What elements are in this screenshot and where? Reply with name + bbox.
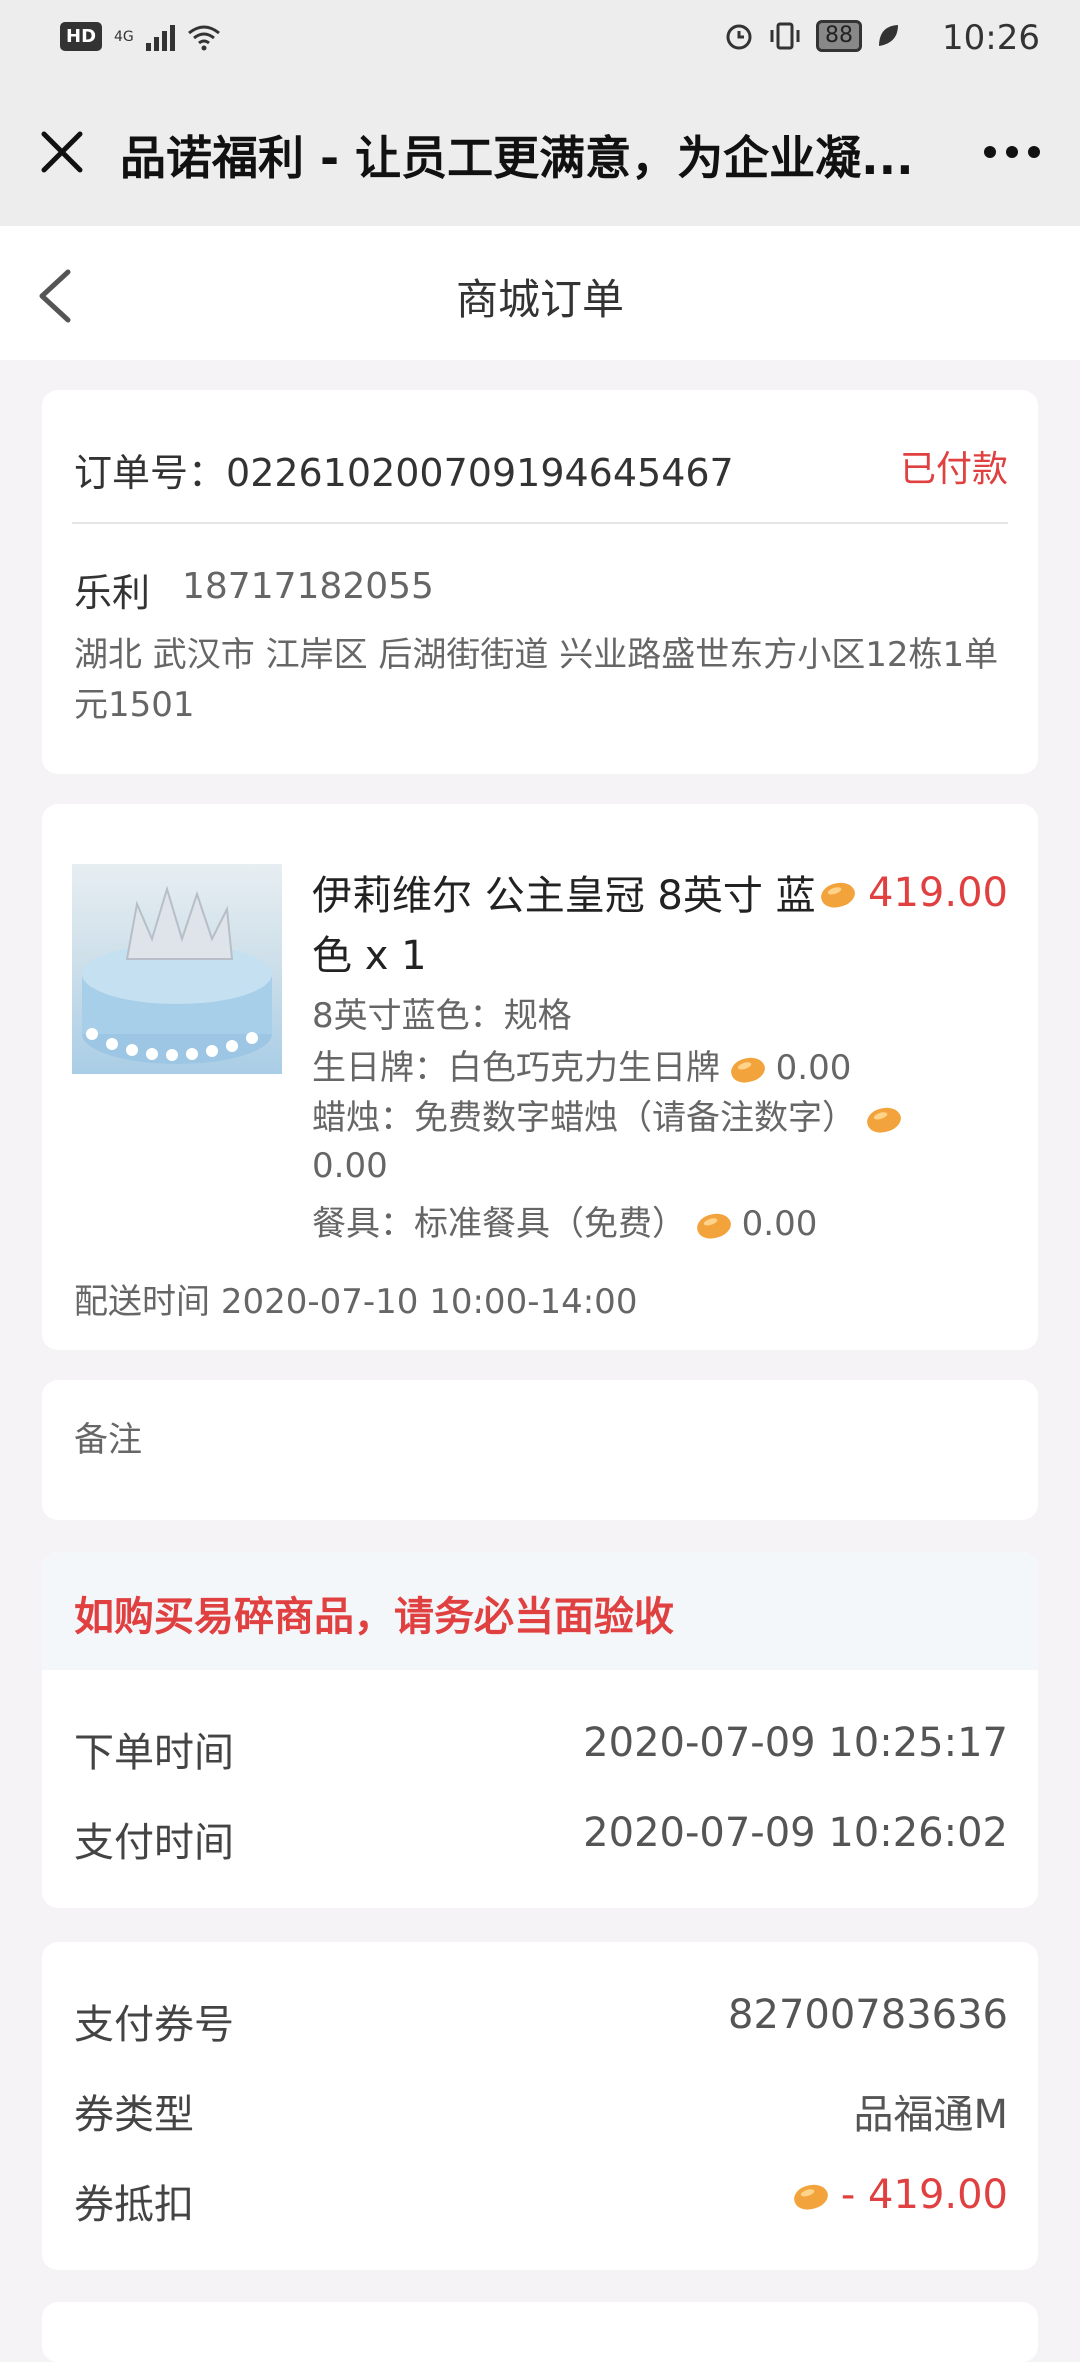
option-row: 生日牌：白色巧克力生日牌 0.00 [312, 1040, 851, 1089]
bean-icon [693, 1208, 734, 1243]
delivery-label: 配送时间 [74, 1282, 210, 1322]
recipient-name: 乐利 [74, 571, 151, 615]
product-spec: 8英寸蓝色：规格 [312, 996, 572, 1036]
bean-icon [727, 1052, 768, 1087]
battery-indicator: 88 [816, 20, 862, 52]
delivery-value: 2020-07-10 10:00-14:00 [220, 1282, 638, 1322]
option-price: 0.00 [741, 1204, 818, 1244]
vibrate-icon [770, 22, 800, 50]
option-row: 餐具：标准餐具（免费） 0.00 [312, 1196, 817, 1245]
voucher-no-label: 支付券号 [74, 2002, 234, 2048]
order-info-card: 订单号：022610200709194645467 已付款 乐利 1871718… [42, 390, 1038, 774]
page-header: 商城订单 [0, 226, 1080, 360]
divider [72, 522, 1008, 524]
bean-icon [818, 878, 859, 912]
more-menu-icon[interactable] [984, 146, 1040, 158]
page-title-bar-text: 品诺福利 - 让员工更满意，为企业凝... [120, 131, 914, 185]
close-icon[interactable] [38, 128, 86, 176]
order-time-value: 2020-07-09 10:25:17 [583, 1720, 1008, 1766]
recipient-phone: 18717182055 [182, 566, 434, 607]
cake-illustration [82, 885, 272, 1064]
voucher-deduct: - 419.00 [791, 2172, 1008, 2218]
order-time-label: 下单时间 [74, 1730, 234, 1776]
time-card: 如购买易碎商品，请务必当面验收 下单时间 2020-07-09 10:25:17… [42, 1552, 1038, 1908]
browser-title-bar: 品诺福利 - 让员工更满意，为企业凝... [0, 84, 1080, 226]
product-price: 419.00 [818, 870, 1008, 916]
hd-badge: HD [60, 22, 103, 51]
delivery-time: 配送时间 2020-07-10 10:00-14:00 [74, 1274, 637, 1323]
page-title: 商城订单 [455, 275, 624, 324]
product-name[interactable]: 伊莉维尔 公主皇冠 8英寸 蓝色 x 1 [312, 866, 832, 986]
order-status-badge: 已付款 [899, 449, 1008, 490]
next-card [42, 2302, 1038, 2362]
voucher-type-label: 券类型 [74, 2092, 194, 2138]
remark-card[interactable]: 备注 [42, 1380, 1038, 1520]
order-number-value: 022610200709194645467 [226, 451, 734, 495]
status-left: HD 4G [60, 22, 221, 51]
notice-text: 如购买易碎商品，请务必当面验收 [74, 1594, 674, 1640]
pay-time-value: 2020-07-09 10:26:02 [583, 1810, 1008, 1856]
status-bar: HD 4G 88 10:26 [0, 0, 1080, 84]
option-label: 餐具：标准餐具（免费） [312, 1204, 686, 1244]
leaf-icon [879, 25, 898, 46]
option-label: 生日牌：白色巧克力生日牌 [312, 1048, 720, 1088]
voucher-type-value: 品福通M [853, 2092, 1008, 2138]
voucher-deduct-label: 券抵扣 [74, 2182, 194, 2228]
notice-banner: 如购买易碎商品，请务必当面验收 [42, 1552, 1038, 1670]
product-card: 伊莉维尔 公主皇冠 8英寸 蓝色 x 1 419.00 8英寸蓝色：规格 生日牌… [42, 804, 1038, 1350]
option-label: 蜡烛：免费数字蜡烛（请备注数字） [312, 1098, 856, 1138]
option-row: 蜡烛：免费数字蜡烛（请备注数字） 0.00 [312, 1094, 1012, 1190]
order-number-label: 订单号： [74, 451, 227, 495]
network-label: 4G [114, 28, 134, 45]
payment-card: 支付券号 82700783636 券类型 品福通M 券抵扣 - 419.00 [42, 1942, 1038, 2270]
bean-icon [791, 2180, 832, 2214]
voucher-no-value: 82700783636 [728, 1992, 1008, 2038]
wifi-icon [187, 25, 220, 50]
option-price: 0.00 [312, 1146, 388, 1186]
option-price: 0.00 [775, 1048, 852, 1088]
bean-icon [863, 1102, 904, 1137]
alarm-icon [726, 24, 752, 50]
signal-icon [145, 23, 175, 51]
status-right: 88 [724, 20, 900, 52]
voucher-deduct-value: - 419.00 [840, 2172, 1008, 2218]
clock: 10:26 [942, 18, 1040, 58]
order-number: 订单号：022610200709194645467 [74, 442, 734, 497]
shipping-address: 湖北 武汉市 江岸区 后湖街街道 兴业路盛世东方小区12栋1单元1501 [74, 635, 999, 725]
pay-time-label: 支付时间 [74, 1820, 234, 1866]
product-price-value: 419.00 [868, 870, 1008, 916]
remark-label: 备注 [74, 1420, 142, 1460]
product-image[interactable] [72, 864, 282, 1074]
